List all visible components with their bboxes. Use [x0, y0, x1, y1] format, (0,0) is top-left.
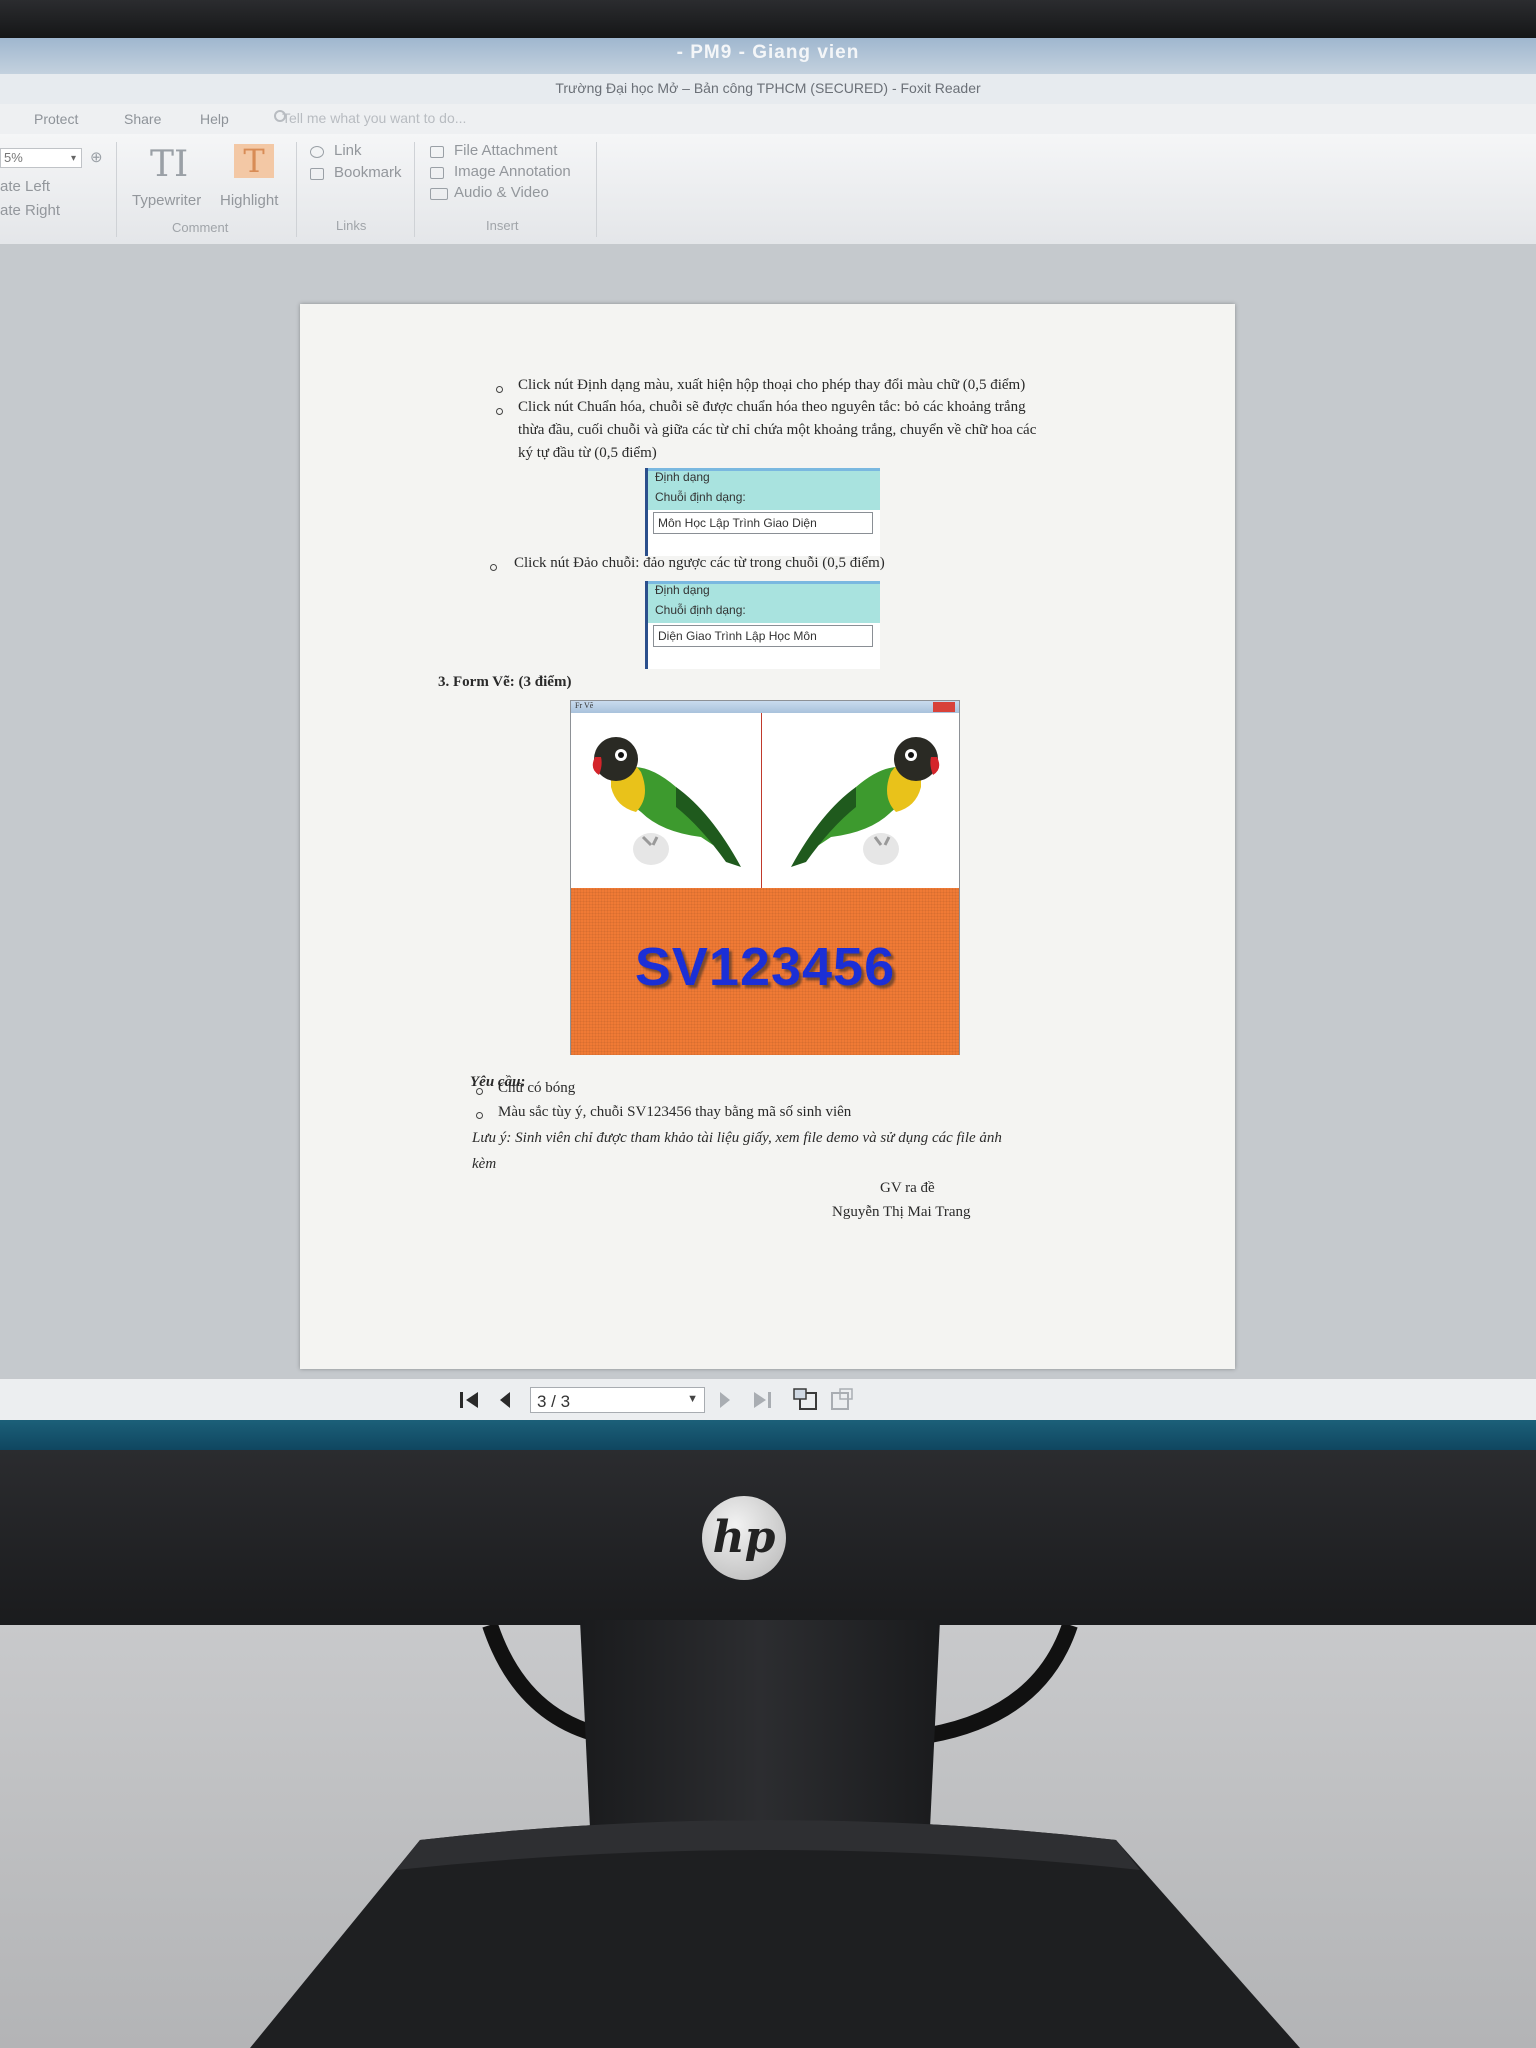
bullet-text-3: Click nút Đảo chuỗi: đảo ngược các từ tr… — [514, 555, 885, 571]
form-textbox-value: Diện Giao Trình Lập Học Môn — [658, 629, 817, 643]
previous-view-icon[interactable] — [792, 1387, 818, 1411]
next-page-icon[interactable] — [718, 1391, 732, 1409]
parrot-right-image — [791, 737, 940, 867]
form-left-bar — [645, 581, 648, 669]
highlight-button[interactable]: Highlight — [220, 192, 278, 209]
section-3-heading: 3. Form Vẽ: (3 điểm) — [438, 674, 572, 690]
document-view[interactable]: Click nút Định dạng màu, xuất hiện hộp t… — [0, 244, 1536, 1378]
zoom-in-icon[interactable]: ⊕ — [90, 148, 103, 166]
document-title: Trường Đại học Mở – Bản công TPHCM (SECU… — [555, 80, 981, 96]
file-attachment-icon — [430, 146, 444, 158]
audio-video-icon — [430, 188, 448, 200]
typewriter-icon: TI — [150, 144, 189, 185]
rotate-right-button[interactable]: ate Right — [0, 202, 60, 219]
form-textbox: Môn Học Lập Trình Giao Diện — [653, 512, 873, 534]
page-number-value: 3 / 3 — [537, 1392, 571, 1411]
bullet-icon — [490, 564, 497, 571]
ribbon-tabs: Protect Share Help Tell me what you want… — [0, 104, 1536, 134]
zoom-select[interactable]: 5% ▾ — [0, 148, 82, 168]
form-ve-titlebar: Fr Vẽ — [571, 701, 959, 713]
pdf-page: Click nút Định dạng màu, xuất hiện hộp t… — [300, 304, 1235, 1369]
ribbon-separator — [596, 142, 597, 237]
form-ve-caption: Fr Vẽ — [575, 701, 594, 710]
form-title: Định dạng — [655, 470, 710, 484]
form-textbox-value: Môn Học Lập Trình Giao Diện — [658, 516, 817, 530]
bullet-icon — [496, 386, 503, 393]
bullet-icon — [476, 1112, 483, 1119]
note-line-1: Lưu ý: Sinh viên chỉ được tham khảo tài … — [472, 1130, 1002, 1146]
rotate-left-button[interactable]: ate Left — [0, 178, 50, 195]
links-group-label: Links — [336, 218, 367, 233]
bullet-icon — [496, 408, 503, 415]
bullet-text-2a: Click nút Chuẩn hóa, chuỗi sẽ được chuẩn… — [518, 399, 1026, 415]
page-navigation-bar: 3 / 3 ▼ — [0, 1378, 1536, 1421]
requirement-2: Màu sắc tùy ý, chuỗi SV123456 thay bằng … — [498, 1104, 852, 1120]
link-icon — [310, 146, 324, 158]
taskbar — [0, 1420, 1536, 1450]
signature-name: Nguyễn Thị Mai Trang — [832, 1204, 971, 1220]
chevron-down-icon: ▾ — [71, 153, 77, 164]
form-label: Chuỗi định dạng: — [655, 603, 746, 617]
file-attachment-button[interactable]: File Attachment — [454, 142, 557, 159]
mini-form-dao-chuoi: Định dạng Chuỗi định dạng: Diện Giao Trì… — [645, 581, 880, 669]
hp-logo: hp — [702, 1496, 786, 1580]
tab-help[interactable]: Help — [200, 111, 229, 127]
tab-protect[interactable]: Protect — [34, 111, 78, 127]
bookmark-icon — [310, 168, 324, 180]
form-label: Chuỗi định dạng: — [655, 490, 746, 504]
previous-page-icon[interactable] — [498, 1391, 512, 1409]
monitor-screen: - PM9 - Giang vien Trường Đại học Mở – B… — [0, 38, 1536, 1450]
shadow-text-sv: SV123456 — [634, 937, 896, 997]
form-left-bar — [645, 468, 648, 556]
mini-form-chuan-hoa: Định dạng Chuỗi định dạng: Môn Học Lập T… — [645, 468, 880, 556]
ribbon-separator — [116, 142, 117, 237]
comment-group-label: Comment — [172, 220, 229, 235]
monitor-bezel-top — [0, 0, 1536, 40]
ribbon-separator — [296, 142, 297, 237]
form-textbox: Diện Giao Trình Lập Học Môn — [653, 625, 873, 647]
signature-title: GV ra đề — [880, 1180, 935, 1196]
bullet-text-2c: ký tự đầu từ (0,5 điểm) — [518, 445, 657, 461]
form-ve-orange-panel: SV123456 — [571, 888, 959, 1055]
highlight-icon: T — [234, 144, 274, 178]
requirement-1: Chữ có bóng — [498, 1080, 576, 1096]
window-title-bar: - PM9 - Giang vien — [0, 38, 1536, 74]
document-title-bar: Trường Đại học Mở – Bản công TPHCM (SECU… — [0, 74, 1536, 104]
first-page-icon[interactable] — [458, 1391, 480, 1409]
bullet-text-2b: thừa đầu, cuối chuỗi và giữa các từ chỉ … — [518, 422, 1037, 438]
monitor-stand-base — [250, 1820, 1300, 2048]
ribbon-toolbar: 5% ▾ ⊕ ate Left ate Right TI Typewriter … — [0, 134, 1536, 245]
form-ve-screenshot: Fr Vẽ SV123456 — [570, 700, 960, 1055]
last-page-icon[interactable] — [752, 1391, 774, 1409]
tab-share[interactable]: Share — [124, 111, 161, 127]
next-view-icon[interactable] — [830, 1387, 856, 1411]
note-line-2: kèm — [472, 1156, 497, 1172]
insert-group-label: Insert — [486, 218, 519, 233]
parrot-left-image — [592, 737, 741, 867]
tell-me-search[interactable]: Tell me what you want to do... — [282, 110, 466, 126]
form-ve-divider — [761, 713, 762, 888]
bullet-icon — [476, 1088, 483, 1095]
chevron-down-icon: ▼ — [687, 1393, 698, 1405]
form-title: Định dạng — [655, 583, 710, 597]
bullet-text-1: Click nút Định dạng màu, xuất hiện hộp t… — [518, 377, 1026, 393]
page-number-select[interactable]: 3 / 3 ▼ — [530, 1387, 705, 1413]
close-icon — [933, 702, 955, 712]
image-annotation-icon — [430, 167, 444, 179]
bookmark-button[interactable]: Bookmark — [334, 164, 402, 181]
typewriter-button[interactable]: Typewriter — [132, 192, 201, 209]
ribbon-separator — [414, 142, 415, 237]
zoom-value: 5% — [4, 150, 23, 165]
window-title: - PM9 - Giang vien — [676, 42, 860, 63]
image-annotation-button[interactable]: Image Annotation — [454, 163, 571, 180]
link-button[interactable]: Link — [334, 142, 362, 159]
audio-video-button[interactable]: Audio & Video — [454, 184, 549, 201]
